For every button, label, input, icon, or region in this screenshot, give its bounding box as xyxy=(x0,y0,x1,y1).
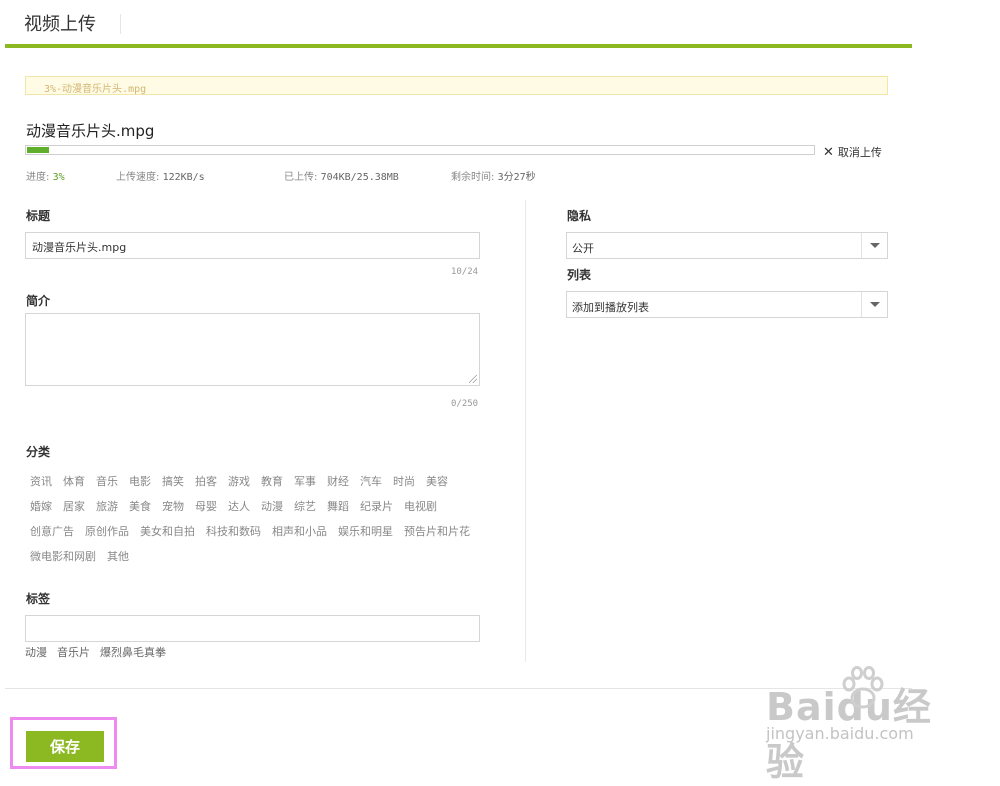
tag-suggestions: 动漫 音乐片 爆烈鼻毛真拳 xyxy=(25,644,166,660)
category-option[interactable]: 美食 xyxy=(129,498,151,514)
category-option[interactable]: 体育 xyxy=(63,473,85,489)
category-option[interactable]: 电视剧 xyxy=(404,498,437,514)
playlist-select[interactable]: 添加到播放列表 xyxy=(566,291,888,318)
tag-suggestion[interactable]: 音乐片 xyxy=(57,644,90,660)
playlist-dropdown-toggle[interactable] xyxy=(861,292,887,317)
paw-logo-icon xyxy=(842,666,884,709)
description-label: 简介 xyxy=(26,294,51,308)
cancel-upload-label[interactable]: 取消上传 xyxy=(838,144,882,160)
category-label: 分类 xyxy=(26,445,51,459)
title-counter: 10/24 xyxy=(451,267,479,277)
remaining-stat-value: 3分27秒 xyxy=(497,172,536,183)
close-icon[interactable]: ✕ xyxy=(823,146,834,159)
category-option[interactable]: 科技和数码 xyxy=(206,523,261,539)
category-option[interactable]: 相声和小品 xyxy=(272,523,327,539)
speed-stat-label: 上传速度: xyxy=(116,172,160,183)
privacy-select-value[interactable]: 公开 xyxy=(572,240,594,256)
category-option[interactable]: 舞蹈 xyxy=(327,498,349,514)
category-option[interactable]: 宠物 xyxy=(162,498,184,514)
category-option[interactable]: 动漫 xyxy=(261,498,283,514)
tags-label: 标签 xyxy=(26,592,51,606)
playlist-select-value[interactable]: 添加到播放列表 xyxy=(572,299,649,315)
tag-suggestion[interactable]: 爆烈鼻毛真拳 xyxy=(100,644,166,660)
baidu-watermark: Baidu经验 jingyan.baidu.com xyxy=(766,664,946,784)
list-label: 列表 xyxy=(567,268,592,282)
category-option[interactable]: 达人 xyxy=(228,498,250,514)
privacy-dropdown-toggle[interactable] xyxy=(861,233,887,258)
resize-grip-icon[interactable] xyxy=(469,375,477,383)
category-option[interactable]: 美容 xyxy=(426,473,448,489)
upload-notice: 3%-动漫音乐片头.mpg xyxy=(25,76,888,95)
category-option[interactable]: 时尚 xyxy=(393,473,415,489)
tags-input[interactable] xyxy=(25,615,480,642)
category-option[interactable]: 预告片和片花 xyxy=(404,523,470,539)
save-button[interactable]: 保存 xyxy=(26,731,104,762)
chevron-down-icon[interactable] xyxy=(870,243,880,248)
uploaded-stat: 已上传: 704KB/25.38MB xyxy=(284,168,399,183)
category-option[interactable]: 婚嫁 xyxy=(30,498,52,514)
upload-progress-bar xyxy=(25,145,815,155)
category-list: 资讯 体育 音乐 电影 搞笑 拍客 游戏 教育 军事 财经 汽车 时尚 美容 婚嫁 居家 旅游 美食 宠物 母婴 达人… xyxy=(30,468,500,568)
uploaded-stat-value: 704KB/25.38MB xyxy=(320,172,399,183)
category-row: 婚嫁 居家 旅游 美食 宠物 母婴 达人 动漫 综艺 舞蹈 纪录片 电视剧 xyxy=(30,493,500,518)
cancel-upload-button[interactable]: ✕ 取消上传 xyxy=(823,144,882,160)
speed-stat: 上传速度: 122KB/s xyxy=(116,168,205,183)
progress-stat-value: 3% xyxy=(52,172,65,183)
category-option[interactable]: 微电影和网剧 xyxy=(30,548,96,564)
page-title: 视频上传 xyxy=(24,14,96,35)
category-option[interactable]: 母婴 xyxy=(195,498,217,514)
upload-notice-text: 3%-动漫音乐片头.mpg xyxy=(44,84,147,95)
title-label: 标题 xyxy=(26,209,51,223)
title-input[interactable]: 动漫音乐片头.mpg xyxy=(25,232,480,259)
progress-stat: 进度: 3% xyxy=(26,168,65,183)
category-option[interactable]: 综艺 xyxy=(294,498,316,514)
watermark-url: jingyan.baidu.com xyxy=(766,724,914,743)
category-option[interactable]: 居家 xyxy=(63,498,85,514)
category-option[interactable]: 拍客 xyxy=(195,473,217,489)
column-divider xyxy=(525,200,526,662)
privacy-select[interactable]: 公开 xyxy=(566,232,888,259)
description-counter: 0/250 xyxy=(451,399,479,409)
header-divider xyxy=(120,14,121,34)
category-option[interactable]: 电影 xyxy=(129,473,151,489)
category-option[interactable]: 美女和自拍 xyxy=(140,523,195,539)
speed-stat-value: 122KB/s xyxy=(162,172,205,183)
category-option[interactable]: 其他 xyxy=(107,548,129,564)
category-option[interactable]: 资讯 xyxy=(30,473,52,489)
progress-stat-label: 进度: xyxy=(26,172,50,183)
tag-suggestion[interactable]: 动漫 xyxy=(25,644,47,660)
category-option[interactable]: 汽车 xyxy=(360,473,382,489)
category-option[interactable]: 军事 xyxy=(294,473,316,489)
category-option[interactable]: 原创作品 xyxy=(85,523,129,539)
category-option[interactable]: 游戏 xyxy=(228,473,250,489)
category-option[interactable]: 娱乐和明星 xyxy=(338,523,393,539)
remaining-stat-label: 剩余时间: xyxy=(451,172,495,183)
category-option[interactable]: 纪录片 xyxy=(360,498,393,514)
category-option[interactable]: 教育 xyxy=(261,473,283,489)
category-option[interactable]: 创意广告 xyxy=(30,523,74,539)
category-row: 资讯 体育 音乐 电影 搞笑 拍客 游戏 教育 军事 财经 汽车 时尚 美容 xyxy=(30,468,500,493)
title-input-value[interactable]: 动漫音乐片头.mpg xyxy=(32,239,126,255)
category-option[interactable]: 搞笑 xyxy=(162,473,184,489)
upload-progress-fill xyxy=(27,147,49,153)
description-textarea[interactable] xyxy=(25,313,480,386)
category-option[interactable]: 音乐 xyxy=(96,473,118,489)
privacy-label: 隐私 xyxy=(567,209,592,223)
remaining-stat: 剩余时间: 3分27秒 xyxy=(451,168,536,183)
category-row: 创意广告 原创作品 美女和自拍 科技和数码 相声和小品 娱乐和明星 预告片和片花 xyxy=(30,518,500,543)
category-row: 微电影和网剧 其他 xyxy=(30,543,500,568)
category-option[interactable]: 旅游 xyxy=(96,498,118,514)
uploaded-stat-label: 已上传: xyxy=(284,172,318,183)
header-accent-bar xyxy=(5,44,912,48)
category-option[interactable]: 财经 xyxy=(327,473,349,489)
chevron-down-icon[interactable] xyxy=(870,302,880,307)
file-name: 动漫音乐片头.mpg xyxy=(26,122,155,140)
